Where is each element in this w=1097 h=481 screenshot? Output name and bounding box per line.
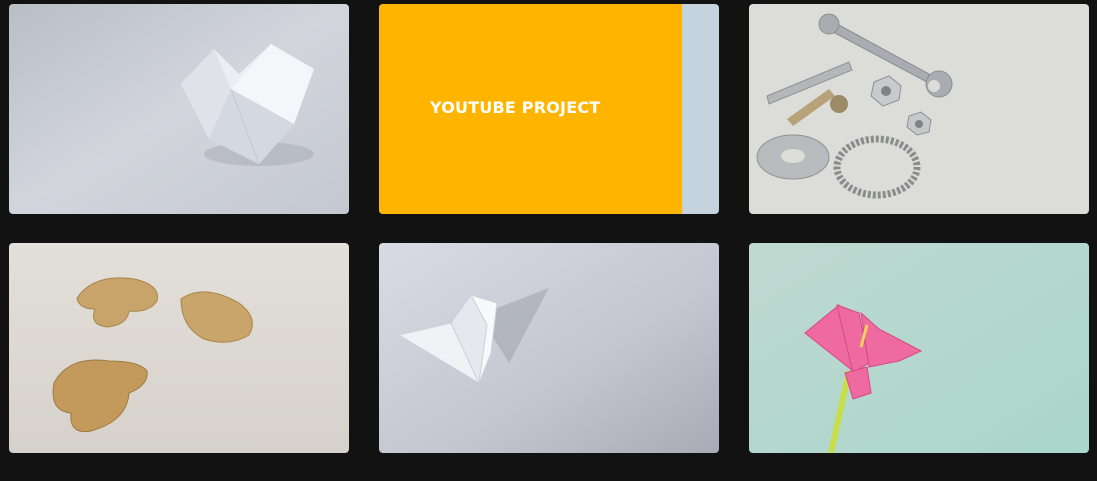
portfolio-item-origami-fortune-teller[interactable] (9, 4, 349, 214)
fortune-cookies-image (9, 243, 349, 453)
portfolio-item-hardware-tools[interactable] (749, 4, 1089, 214)
portfolio-item-youtube-project[interactable]: YOUTUBE PROJECT (379, 4, 719, 214)
project-hover-overlay: YOUTUBE PROJECT (379, 4, 682, 214)
origami-butterfly-image (379, 243, 719, 453)
portfolio-item-origami-lily[interactable] (749, 243, 1089, 453)
portfolio-grid: YOUTUBE PROJECT (0, 0, 1097, 481)
portfolio-item-origami-butterfly[interactable] (379, 243, 719, 453)
origami-fortune-teller-image (9, 4, 349, 214)
origami-lily-image (749, 243, 1089, 453)
hardware-tools-image (749, 4, 1089, 214)
portfolio-item-fortune-cookies[interactable] (9, 243, 349, 453)
project-title: YOUTUBE PROJECT (430, 98, 601, 117)
